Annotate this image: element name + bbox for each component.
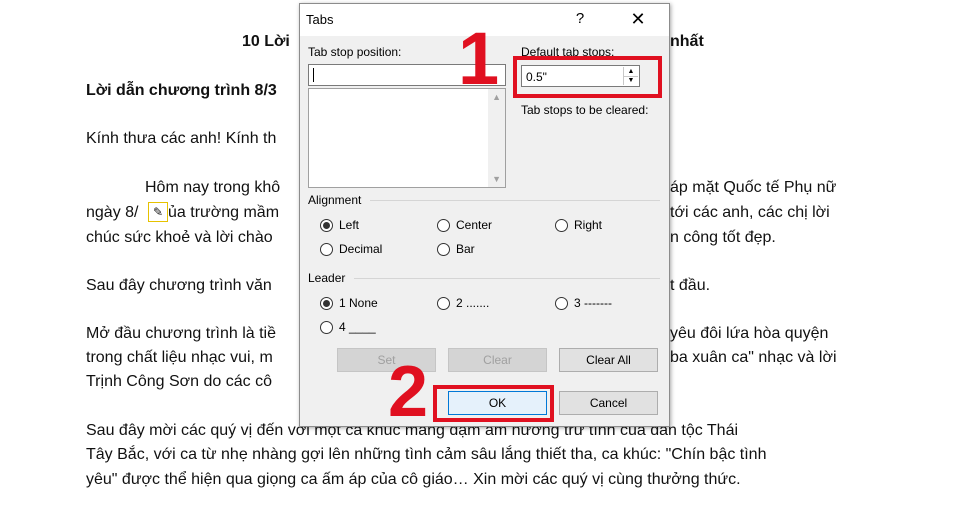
doc-paragraph-line: t đầu. [670, 277, 711, 294]
tab-stop-position-label: Tab stop position: [308, 45, 402, 59]
list-scrollbar[interactable]: ▲ ▼ [488, 89, 505, 187]
annotation-box-ok [433, 385, 554, 422]
clear-all-button[interactable]: Clear All [559, 348, 658, 372]
smart-tag-icon[interactable]: ✎ [148, 202, 168, 222]
doc-paragraph-line: áp mặt Quốc tế Phụ nữ [670, 179, 837, 196]
doc-paragraph-line: yêu đôi lứa hòa quyện [670, 325, 829, 342]
tab-stop-position-list[interactable]: ▲ ▼ [308, 88, 506, 188]
radio-dot [320, 320, 333, 334]
radio-dot [437, 296, 450, 310]
alignment-center-label: Center [456, 218, 493, 232]
alignment-center-radio[interactable]: Center [437, 218, 492, 232]
clear-button[interactable]: Clear [448, 348, 547, 372]
alignment-group-label: Alignment [308, 193, 362, 207]
doc-paragraph-line: yêu" được thể hiện qua giọng ca ấm áp củ… [86, 471, 741, 488]
dialog-title: Tabs [306, 12, 334, 27]
alignment-divider [370, 200, 660, 201]
alignment-decimal-radio[interactable]: Decimal [320, 242, 382, 256]
leader-underline-radio[interactable]: 4 ____ [320, 320, 376, 334]
doc-paragraph-line: trong chất liệu nhạc vui, m [86, 349, 273, 366]
doc-paragraph-line: Hôm nay trong khô [145, 179, 281, 196]
radio-dot [320, 218, 333, 232]
leader-dashes-radio[interactable]: 3 ------- [555, 296, 612, 310]
radio-dot [320, 242, 333, 256]
doc-paragraph-line: Trịnh Công Sơn do các cô [86, 373, 272, 390]
radio-dot [437, 242, 450, 256]
doc-paragraph-line: Sau đây chương trình văn [86, 277, 272, 294]
leader-none-radio[interactable]: 1 None [320, 296, 378, 310]
alignment-bar-radio[interactable]: Bar [437, 242, 475, 256]
help-icon[interactable]: ? [566, 8, 594, 30]
alignment-left-label: Left [339, 218, 360, 232]
alignment-right-label: Right [574, 218, 603, 232]
doc-paragraph-line: n công tốt đẹp. [670, 229, 776, 246]
scroll-down-icon[interactable]: ▼ [492, 174, 501, 184]
doc-paragraph-line: Mở đầu chương trình là tiề [86, 325, 277, 342]
leader-divider [354, 278, 660, 279]
annotation-box-default-tab-stops [513, 56, 662, 98]
doc-title-right: nhất [670, 33, 704, 50]
leader-dashes-label: 3 ------- [574, 296, 612, 310]
doc-paragraph-line: Tây Bắc, với ca từ nhẹ nhàng gợi lên nhữ… [86, 446, 767, 463]
doc-heading: Lời dẫn chương trình 8/3 [86, 82, 277, 99]
radio-dot [555, 218, 568, 232]
leader-dots-radio[interactable]: 2 ....... [437, 296, 489, 310]
tab-stops-cleared-label: Tab stops to be cleared: [521, 103, 649, 117]
doc-paragraph-line: ngày 8/ [86, 204, 139, 221]
cancel-button[interactable]: Cancel [559, 391, 658, 415]
alignment-right-radio[interactable]: Right [555, 218, 602, 232]
annotation-number-1: 1 [458, 17, 500, 100]
leader-group-label: Leader [308, 271, 346, 285]
doc-paragraph-line: chúc sức khoẻ và lời chào [86, 229, 273, 246]
doc-title-left: 10 Lời [242, 33, 290, 50]
radio-dot [555, 296, 568, 310]
alignment-decimal-label: Decimal [339, 242, 383, 256]
doc-paragraph-line: Kính thưa các anh! Kính th [86, 130, 277, 147]
leader-dots-label: 2 ....... [456, 296, 490, 310]
alignment-bar-label: Bar [456, 242, 475, 256]
close-icon[interactable]: ✕ [623, 8, 653, 30]
alignment-left-radio[interactable]: Left [320, 218, 359, 232]
leader-none-label: 1 None [339, 296, 378, 310]
text-caret [313, 68, 314, 82]
radio-dot [437, 218, 450, 232]
doc-paragraph-line: ủa trường mầm [168, 204, 280, 221]
doc-paragraph-line: tới các anh, các chị lời [670, 204, 830, 221]
leader-underline-label: 4 ____ [339, 320, 376, 334]
doc-paragraph-line: ba xuân ca" nhạc và lời [670, 349, 837, 366]
radio-dot [320, 296, 333, 310]
annotation-number-2: 2 [388, 352, 429, 432]
